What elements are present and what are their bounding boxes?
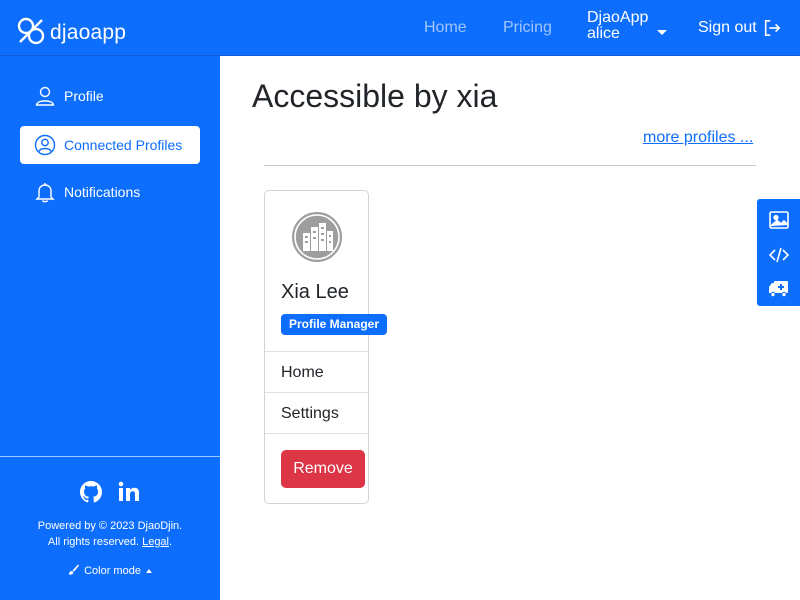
role-badge: Profile Manager (281, 314, 388, 335)
color-mode-label: Color mode (84, 565, 141, 577)
sidebar-item-label: Profile (64, 88, 104, 104)
brand-logo[interactable]: djaoapp (16, 17, 127, 46)
page-title: Accessible by xia (252, 78, 498, 114)
sidebar-item-label: Connected Profiles (64, 137, 183, 153)
color-mode-toggle[interactable]: Color mode (0, 564, 220, 577)
caret-up-icon (145, 569, 152, 574)
image-icon[interactable] (768, 209, 790, 231)
organization-avatar-icon (292, 212, 342, 262)
sidebar: Profile Connected Profiles Notifications… (0, 56, 220, 600)
caret-down-icon (657, 30, 667, 35)
sidebar-divider (0, 456, 220, 457)
rights-line: All rights reserved. Legal. (0, 534, 220, 550)
top-navbar: djaoapp Home Pricing DjaoApp alice Sign … (0, 0, 800, 56)
sidebar-item-connected-profiles[interactable]: Connected Profiles (20, 126, 200, 164)
sidebar-item-notifications[interactable]: Notifications (20, 173, 200, 211)
legal-link[interactable]: Legal (142, 536, 169, 548)
djaoapp-logo-icon (17, 17, 45, 45)
profile-card: Xia Lee Profile Manager Home Settings Re… (264, 190, 388, 504)
rights-text: All rights reserved. (47, 536, 140, 548)
sign-out-label: Sign out (698, 19, 757, 36)
brand-name: djaoapp (50, 21, 127, 44)
content-divider (264, 165, 756, 166)
sidebar-footer-text: Powered by © 2023 DjaoDjin. All rights r… (0, 518, 220, 550)
sidebar-item-label: Notifications (64, 184, 141, 200)
user-menu-username: alice (587, 25, 620, 42)
user-icon (35, 86, 55, 106)
legal-suffix: . (169, 536, 173, 548)
remove-button[interactable]: Remove (281, 450, 365, 488)
github-icon[interactable] (80, 481, 102, 503)
sign-out-icon (764, 19, 781, 37)
nav-pricing-link[interactable]: Pricing (503, 19, 552, 37)
card-divider (265, 433, 368, 434)
card-settings-link[interactable]: Settings (281, 405, 339, 423)
nav-home-link[interactable]: Home (424, 19, 467, 37)
more-profiles-link[interactable]: more profiles ... (643, 129, 753, 147)
brush-icon (68, 564, 80, 575)
user-menu-dropdown[interactable]: DjaoApp alice (587, 9, 667, 42)
linkedin-icon[interactable] (118, 481, 140, 503)
social-links (80, 481, 140, 503)
bell-icon (35, 183, 55, 203)
sign-out-link[interactable]: Sign out (698, 19, 781, 37)
user-circle-icon (34, 134, 56, 156)
truck-icon[interactable] (768, 277, 790, 299)
user-menu-app: DjaoApp (587, 9, 649, 26)
powered-by-line: Powered by © 2023 DjaoDjin. (37, 520, 183, 532)
card-home-link[interactable]: Home (281, 364, 324, 382)
sidebar-item-profile[interactable]: Profile (20, 77, 200, 115)
code-icon[interactable] (768, 244, 790, 266)
card-divider (265, 392, 368, 393)
profile-name: Xia Lee (281, 281, 349, 303)
floating-toolbar (757, 199, 800, 306)
card-divider (265, 351, 368, 352)
